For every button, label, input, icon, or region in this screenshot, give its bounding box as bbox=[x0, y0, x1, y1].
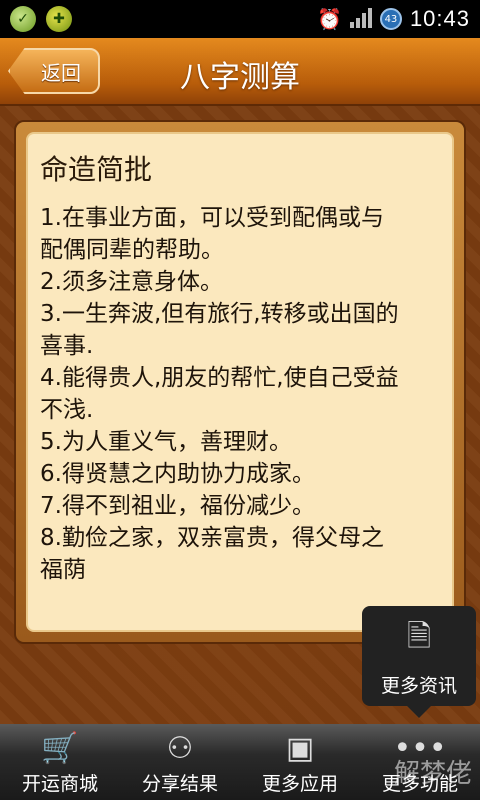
watermark: 解梦佬 bbox=[393, 759, 472, 789]
result-card[interactable]: 命造简批 1.在事业方面，可以受到配偶或与 配偶同辈的帮助。 2.须多注意身体。… bbox=[26, 132, 454, 632]
bottom-tab-bar: 🛒 开运商城 ⚇ 分享结果 ▣ 更多应用 ••• 更多功能 解梦佬 bbox=[0, 724, 480, 800]
battery-badge-icon: 43 bbox=[379, 8, 402, 30]
status-bar: ✓ ✚ ⏰ 43 10:43 bbox=[0, 0, 480, 38]
box-icon: ▣ bbox=[285, 731, 315, 766]
list-item: 福荫 bbox=[40, 557, 86, 583]
list-item: 7.得不到祖业，福份减少。 bbox=[40, 493, 315, 519]
card-frame: 命造简批 1.在事业方面，可以受到配偶或与 配偶同辈的帮助。 2.须多注意身体。… bbox=[14, 120, 466, 644]
item-list: 1.在事业方面，可以受到配偶或与 配偶同辈的帮助。 2.须多注意身体。 3.一生… bbox=[40, 202, 442, 586]
header-bar: 返回 八字测算 bbox=[0, 38, 480, 106]
list-item: 8.勤俭之家，双亲富贵，得父母之 bbox=[40, 525, 384, 551]
app-notification-icon: ✓ bbox=[10, 6, 36, 32]
list-item: 6.得贤慧之内助协力成家。 bbox=[40, 461, 315, 487]
document-add-icon: 🗎 bbox=[406, 619, 432, 654]
list-item: 4.能得贵人,朋友的帮忙,使自己受益 bbox=[40, 365, 399, 391]
card-title: 命造简批 bbox=[40, 153, 153, 186]
status-time: 10:43 bbox=[409, 6, 470, 31]
tab-label: 开运商城 bbox=[21, 773, 98, 795]
signal-icon bbox=[349, 8, 372, 30]
app-notification-icon-2: ✚ bbox=[46, 6, 72, 32]
list-item: 不浅. bbox=[40, 397, 94, 423]
list-item: 1.在事业方面，可以受到配偶或与 bbox=[40, 205, 384, 231]
tab-share[interactable]: ⚇ 分享结果 bbox=[120, 724, 240, 800]
page-title: 八字测算 bbox=[180, 60, 300, 95]
share-icon: ⚇ bbox=[166, 731, 194, 766]
tab-label: 分享结果 bbox=[141, 773, 218, 795]
list-item: 3.一生奔波,但有旅行,转移或出国的 bbox=[40, 301, 399, 327]
more-info-label: 更多资讯 bbox=[380, 675, 457, 697]
list-item: 5.为人重义气，善理财。 bbox=[40, 429, 292, 455]
tab-more-apps[interactable]: ▣ 更多应用 bbox=[240, 724, 360, 800]
list-item: 2.须多注意身体。 bbox=[40, 269, 223, 295]
list-item: 喜事. bbox=[40, 333, 94, 359]
tab-shop[interactable]: 🛒 开运商城 bbox=[0, 724, 120, 800]
more-info-tooltip[interactable]: 🗎 更多资讯 bbox=[362, 606, 476, 706]
tab-label: 更多应用 bbox=[261, 773, 338, 795]
list-item: 配偶同辈的帮助。 bbox=[40, 237, 224, 263]
alarm-icon: ⏰ bbox=[317, 7, 342, 31]
cart-icon: 🛒 bbox=[41, 731, 79, 766]
